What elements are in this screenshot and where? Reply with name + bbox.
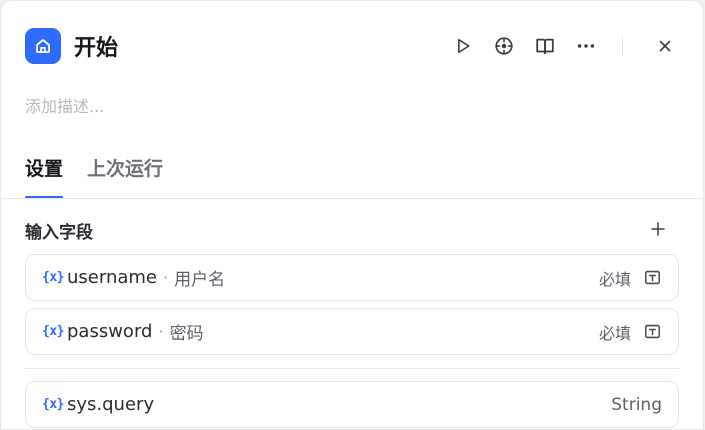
panel-header: 开始	[25, 27, 679, 65]
play-icon	[458, 38, 470, 54]
more-button[interactable]	[572, 32, 600, 60]
add-field-button[interactable]	[647, 218, 669, 240]
field-label: 用户名	[174, 270, 226, 290]
close-icon	[659, 40, 671, 52]
variable-icon: {x}	[42, 270, 64, 285]
section-divider	[25, 368, 679, 369]
start-node-panel: 开始 添加描述... 设置 上次运行 输入字段 {x} username · 用…	[0, 0, 704, 430]
run-button[interactable]	[449, 32, 477, 60]
plus-icon	[651, 222, 665, 236]
list-item[interactable]: {x} sys.query String	[25, 381, 679, 428]
field-label: 密码	[169, 324, 204, 344]
list-item[interactable]: {x} username · 用户名 必填	[25, 254, 679, 301]
tab-divider	[1, 198, 703, 199]
header-divider	[622, 36, 623, 56]
required-badge: 必填	[598, 323, 631, 343]
description-input[interactable]: 添加描述...	[25, 93, 104, 117]
field-name: username	[67, 267, 157, 288]
field-separator: ·	[158, 322, 164, 341]
text-type-icon	[642, 322, 662, 342]
home-icon	[25, 28, 61, 64]
tab-settings[interactable]: 设置	[25, 155, 64, 199]
book-icon	[536, 38, 554, 55]
required-badge: 必填	[598, 269, 631, 289]
header-actions	[449, 27, 679, 65]
tab-bar: 设置 上次运行	[25, 155, 187, 199]
field-name: password	[67, 321, 153, 342]
close-button[interactable]	[651, 32, 679, 60]
text-type-icon	[642, 268, 662, 288]
field-type: String	[611, 394, 662, 415]
page-title: 开始	[74, 36, 119, 61]
field-name: sys.query	[67, 394, 155, 415]
locate-button[interactable]	[490, 32, 518, 60]
docs-button[interactable]	[531, 32, 559, 60]
section-title: 输入字段	[25, 223, 93, 243]
variable-icon: {x}	[42, 397, 64, 412]
crosshair-icon	[495, 37, 513, 55]
more-dots-icon	[577, 44, 595, 48]
tab-last-run[interactable]: 上次运行	[87, 155, 163, 199]
field-separator: ·	[163, 268, 169, 287]
variable-icon: {x}	[42, 324, 64, 339]
list-item[interactable]: {x} password · 密码 必填	[25, 308, 679, 355]
